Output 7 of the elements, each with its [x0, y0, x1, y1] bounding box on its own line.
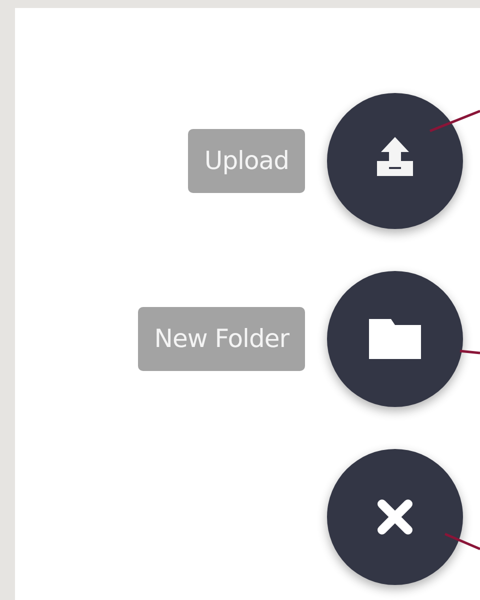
action-label: New Folder: [138, 307, 305, 371]
close-icon: [376, 498, 414, 536]
action-label: Upload: [188, 129, 305, 193]
folder-icon: [369, 319, 421, 359]
leader-line: [460, 350, 480, 354]
leader-line: [430, 110, 480, 132]
leader-line: [444, 532, 480, 550]
